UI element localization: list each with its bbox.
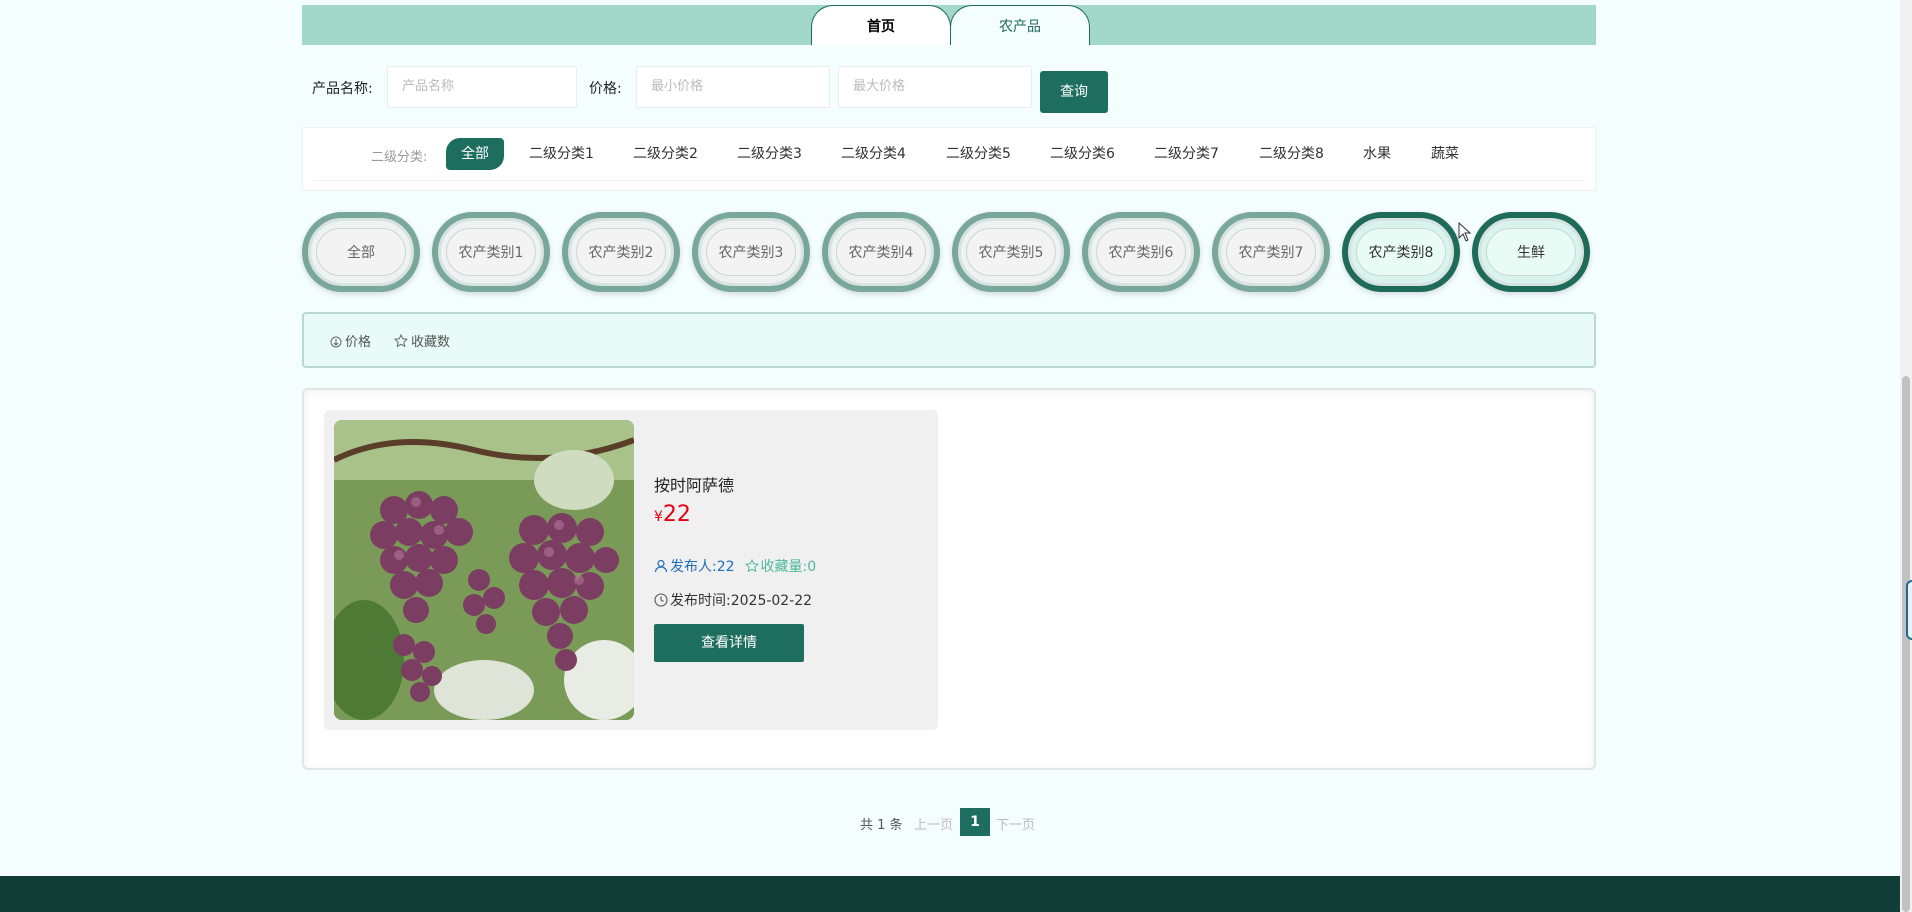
product-card[interactable]: 按时阿萨德 ¥22 发布人:22 收藏量:0 发布时间:2025-02-22 查看…: [324, 410, 938, 730]
prev-page-button[interactable]: 上一页: [914, 814, 953, 833]
favorites-text: 收藏量:0: [760, 559, 817, 575]
category-label: 农产类别5: [966, 228, 1056, 276]
grapes-photo: [334, 420, 634, 720]
publisher-info: 发布人:22: [654, 559, 735, 575]
price-sort-icon: [330, 336, 342, 348]
subcategory-item[interactable]: 二级分类1: [529, 138, 594, 170]
category-pill[interactable]: 农产类别4: [822, 212, 940, 292]
product-meta: 发布人:22 收藏量:0: [654, 556, 816, 576]
product-price: ¥22: [654, 502, 691, 527]
subcategory-item[interactable]: 蔬菜: [1431, 138, 1459, 170]
subcategory-item[interactable]: 二级分类2: [633, 138, 698, 170]
currency-symbol: ¥: [654, 509, 663, 525]
search-bar: 产品名称: 产品名称 价格: 最小价格 最大价格 查询: [302, 64, 1596, 113]
price-value: 22: [662, 502, 691, 527]
category-label: 农产类别3: [706, 228, 796, 276]
product-name-input[interactable]: 产品名称: [387, 66, 577, 108]
publish-time-text: 发布时间:2025-02-22: [670, 593, 813, 609]
publish-time: 发布时间:2025-02-22: [654, 590, 812, 610]
product-image[interactable]: [334, 420, 634, 720]
tab-home[interactable]: 首页: [811, 5, 951, 45]
sort-by-favorites[interactable]: 收藏数: [393, 331, 451, 350]
product-list: 按时阿萨德 ¥22 发布人:22 收藏量:0 发布时间:2025-02-22 查看…: [302, 388, 1596, 770]
scrollbar[interactable]: [1900, 0, 1912, 912]
side-handle[interactable]: [1906, 580, 1912, 640]
footer: [0, 876, 1912, 912]
sort-favorites-label: 收藏数: [411, 335, 451, 350]
subcategory-item[interactable]: 二级分类7: [1154, 138, 1219, 170]
subcategory-item[interactable]: 二级分类8: [1259, 138, 1324, 170]
favorites-info: 收藏量:0: [744, 558, 817, 575]
min-price-input[interactable]: 最小价格: [636, 66, 830, 108]
total-count: 共 1 条: [860, 818, 903, 833]
max-price-input[interactable]: 最大价格: [838, 66, 1032, 108]
star-icon: [744, 558, 759, 573]
subcategory-item[interactable]: 二级分类4: [841, 138, 906, 170]
current-page[interactable]: 1: [960, 808, 990, 836]
subcategory-item[interactable]: 水果: [1363, 138, 1391, 170]
user-icon: [654, 559, 668, 573]
category-pill[interactable]: 农产类别8: [1342, 212, 1460, 292]
publisher-text: 发布人:22: [670, 559, 735, 575]
category-label: 农产类别4: [836, 228, 926, 276]
view-details-button[interactable]: 查看详情: [654, 624, 804, 662]
top-navigation: 首页 农产品: [302, 5, 1596, 45]
scrollbar-thumb[interactable]: [1902, 376, 1910, 912]
subcategory-item[interactable]: 全部: [446, 138, 504, 170]
divider: [313, 180, 1585, 181]
category-label: 生鲜: [1486, 228, 1576, 276]
sort-price-label: 价格: [345, 335, 372, 350]
category-pill[interactable]: 农产类别7: [1212, 212, 1330, 292]
mouse-cursor-icon: [1458, 222, 1472, 242]
category-label: 全部: [316, 228, 406, 276]
subcategory-filter: 二级分类: 全部 二级分类1 二级分类2 二级分类3 二级分类4 二级分类5 二…: [302, 127, 1596, 191]
category-pill[interactable]: 农产类别1: [432, 212, 550, 292]
product-name-label: 产品名称:: [312, 81, 373, 97]
category-label: 农产类别1: [446, 228, 536, 276]
sort-bar: 价格 收藏数: [302, 312, 1596, 368]
category-label: 农产类别7: [1226, 228, 1316, 276]
category-label: 农产类别8: [1356, 228, 1446, 276]
category-pill[interactable]: 全部: [302, 212, 420, 292]
subcategory-item[interactable]: 二级分类3: [737, 138, 802, 170]
category-pill[interactable]: 农产类别3: [692, 212, 810, 292]
clock-icon: [654, 593, 668, 607]
subcategory-label: 二级分类:: [371, 150, 428, 165]
sort-by-price[interactable]: 价格: [330, 331, 371, 350]
subcategory-item[interactable]: 二级分类5: [946, 138, 1011, 170]
query-button[interactable]: 查询: [1040, 71, 1108, 113]
category-pill[interactable]: 生鲜: [1472, 212, 1590, 292]
category-label: 农产类别6: [1096, 228, 1186, 276]
category-pill[interactable]: 农产类别6: [1082, 212, 1200, 292]
product-name: 按时阿萨德: [654, 476, 735, 495]
tab-farm-products[interactable]: 农产品: [950, 5, 1090, 45]
category-pill[interactable]: 农产类别2: [562, 212, 680, 292]
price-label: 价格:: [589, 81, 622, 97]
category-pill[interactable]: 农产类别5: [952, 212, 1070, 292]
category-label: 农产类别2: [576, 228, 666, 276]
star-icon: [393, 333, 409, 348]
subcategory-item[interactable]: 二级分类6: [1050, 138, 1115, 170]
next-page-button[interactable]: 下一页: [996, 814, 1035, 833]
